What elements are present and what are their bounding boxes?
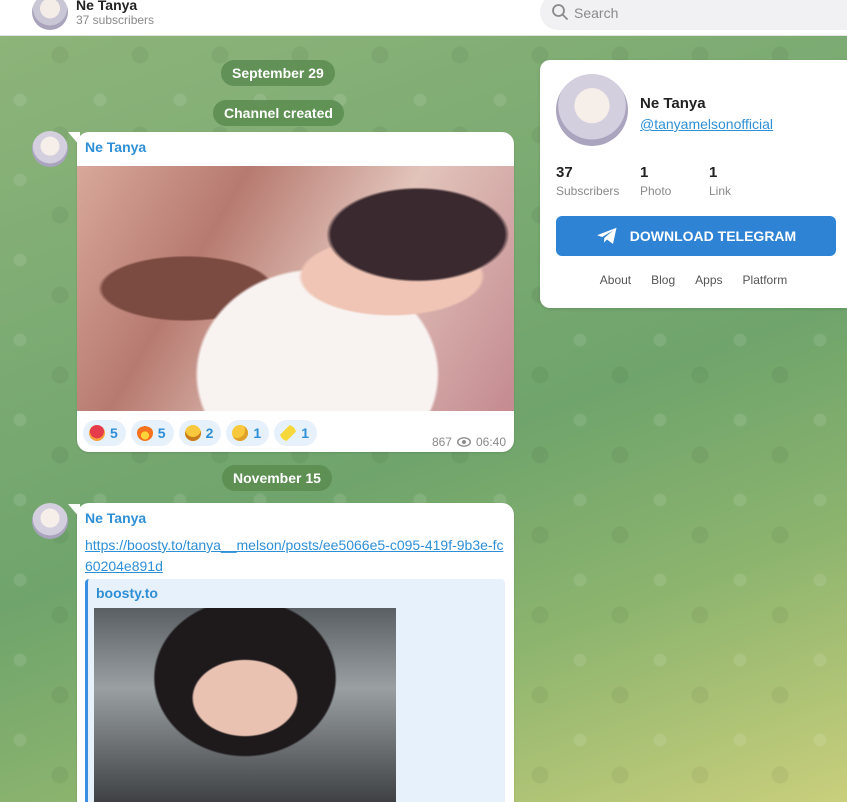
platform-link[interactable]: Platform [743,273,788,287]
reaction-thinking[interactable]: 1 [226,420,270,446]
post-time: 06:40 [475,435,506,449]
top-bar: Ne Tanya 37 subscribers [0,0,847,36]
stat-photo: 1 Photo [640,164,672,198]
card-channel-name: Ne Tanya [640,95,706,112]
search-box[interactable] [540,0,847,30]
reaction-fire[interactable]: 5 [130,420,174,446]
telegram-plane-icon [596,227,617,244]
post-author-name[interactable]: Ne Tanya [85,139,146,155]
fire-icon [136,425,153,441]
reactions-bar: 5 5 2 1 1 [83,420,317,446]
channel-info-card: Ne Tanya @tanyamelsonofficial 37 Subscri… [540,60,847,308]
post-photo[interactable] [77,166,514,411]
reaction-heart-on-fire[interactable]: 5 [83,420,126,446]
download-telegram-button[interactable]: DOWNLOAD TELEGRAM [556,216,836,256]
post-link[interactable]: https://boosty.to/tanya__melson/posts/ee… [85,535,507,577]
heart-on-fire-icon [89,425,105,441]
thinking-face-icon [232,425,249,441]
blog-link[interactable]: Blog [651,273,675,287]
channel-post-1: Ne Tanya 5 5 2 1 1 867 06:40 [77,132,514,452]
channel-created-notice: Channel created [213,100,344,126]
date-separator-september-29: September 29 [221,60,335,86]
link-preview[interactable]: boosty.to [85,579,505,802]
eye-icon [456,437,471,447]
search-icon [552,4,568,20]
apps-link[interactable]: Apps [695,273,722,287]
view-count: 867 [431,435,452,449]
post-meta: 867 06:40 [432,435,506,449]
search-input[interactable] [574,3,824,23]
channel-subscribers-count: 37 subscribers [76,13,155,27]
stat-link: 1 Link [709,164,732,198]
date-separator-november-15: November 15 [222,465,332,491]
reaction-banana[interactable]: 1 [274,420,317,446]
reaction-grinning[interactable]: 2 [178,420,222,446]
post-author-avatar[interactable] [32,503,68,539]
channel-title[interactable]: Ne Tanya [76,0,137,13]
post-author-avatar[interactable] [32,131,68,167]
stat-subscribers: 37 Subscribers [556,164,620,198]
post-author-name[interactable]: Ne Tanya [85,510,146,526]
link-preview-image[interactable] [94,608,396,802]
card-channel-username[interactable]: @tanyamelsonofficial [640,116,773,132]
about-link[interactable]: About [600,273,631,287]
channel-avatar[interactable] [32,0,68,30]
card-channel-avatar [556,74,628,146]
channel-post-2: Ne Tanya https://boosty.to/tanya__melson… [77,503,514,802]
link-preview-site[interactable]: boosty.to [96,585,158,601]
banana-icon [280,425,297,441]
card-footer-links: About Blog Apps Platform [540,273,847,287]
grinning-face-icon [184,425,201,441]
